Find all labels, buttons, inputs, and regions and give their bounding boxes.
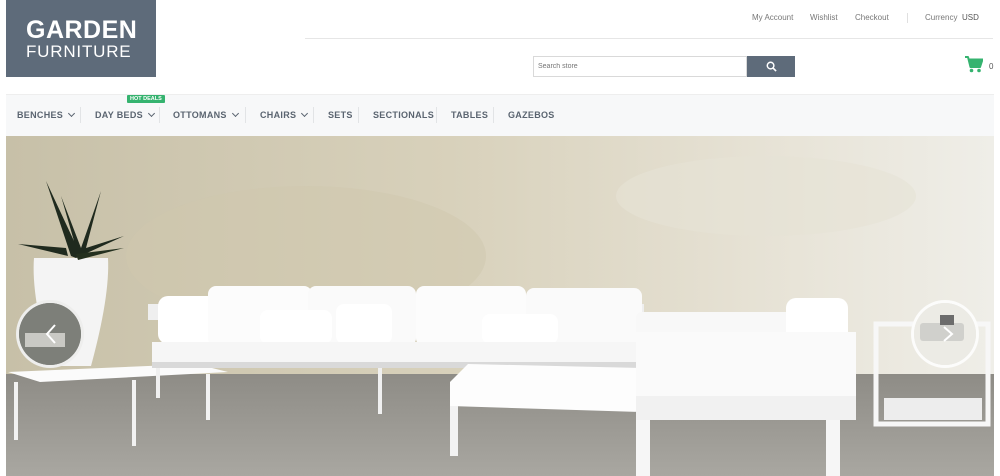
nav-separator bbox=[245, 107, 246, 123]
chevron-down-icon bbox=[68, 109, 76, 118]
nav-item-sectionals[interactable]: SECTIONALS bbox=[373, 110, 434, 120]
hero-image bbox=[6, 136, 994, 476]
nav-separator bbox=[358, 107, 359, 123]
nav-label: CHAIRS bbox=[260, 110, 297, 120]
chevron-right-icon bbox=[914, 303, 976, 365]
wishlist-link[interactable]: Wishlist bbox=[810, 13, 838, 22]
nav-separator bbox=[159, 107, 160, 123]
nav-separator bbox=[313, 107, 314, 123]
search-icon bbox=[766, 61, 777, 72]
checkout-link[interactable]: Checkout bbox=[855, 13, 889, 22]
nav-item-chairs[interactable]: CHAIRS bbox=[260, 109, 309, 120]
header-divider bbox=[305, 38, 993, 39]
logo-line-1: GARDEN bbox=[26, 16, 138, 44]
cart-button[interactable] bbox=[965, 56, 984, 78]
nav-item-gazebos[interactable]: GAZEBOS bbox=[508, 110, 555, 120]
cart-icon bbox=[965, 56, 984, 73]
search-button[interactable] bbox=[747, 56, 795, 77]
nav-item-ottomans[interactable]: OTTOMANS bbox=[173, 109, 239, 120]
nav-separator bbox=[80, 107, 81, 123]
slider-next-button[interactable] bbox=[911, 300, 979, 368]
nav-item-benches[interactable]: BENCHES bbox=[17, 109, 76, 120]
nav-separator bbox=[436, 107, 437, 123]
chevron-left-icon bbox=[19, 303, 81, 365]
nav-label: OTTOMANS bbox=[173, 110, 227, 120]
nav-item-sets[interactable]: SETS bbox=[328, 110, 353, 120]
cart-count: 0 bbox=[989, 62, 994, 71]
currency-selector[interactable]: USD bbox=[962, 13, 979, 22]
nav-item-day-beds[interactable]: DAY BEDS bbox=[95, 109, 155, 120]
logo-line-2: FURNITURE bbox=[26, 42, 132, 61]
site-logo[interactable]: GARDEN FURNITURE bbox=[6, 0, 156, 77]
chevron-down-icon bbox=[231, 109, 239, 118]
nav-label: BENCHES bbox=[17, 110, 64, 120]
hot-deals-badge: HOT DEALS bbox=[127, 95, 165, 103]
top-links-divider bbox=[907, 13, 908, 23]
nav-separator bbox=[493, 107, 494, 123]
nav-label: DAY BEDS bbox=[95, 110, 143, 120]
hero-banner[interactable] bbox=[6, 136, 994, 476]
slider-prev-button[interactable] bbox=[16, 300, 84, 368]
nav-item-tables[interactable]: TABLES bbox=[451, 110, 488, 120]
chevron-down-icon bbox=[301, 109, 309, 118]
search-input[interactable] bbox=[533, 56, 747, 77]
currency-label: Currency bbox=[925, 13, 958, 22]
my-account-link[interactable]: My Account bbox=[752, 13, 793, 22]
chevron-down-icon bbox=[147, 109, 155, 118]
